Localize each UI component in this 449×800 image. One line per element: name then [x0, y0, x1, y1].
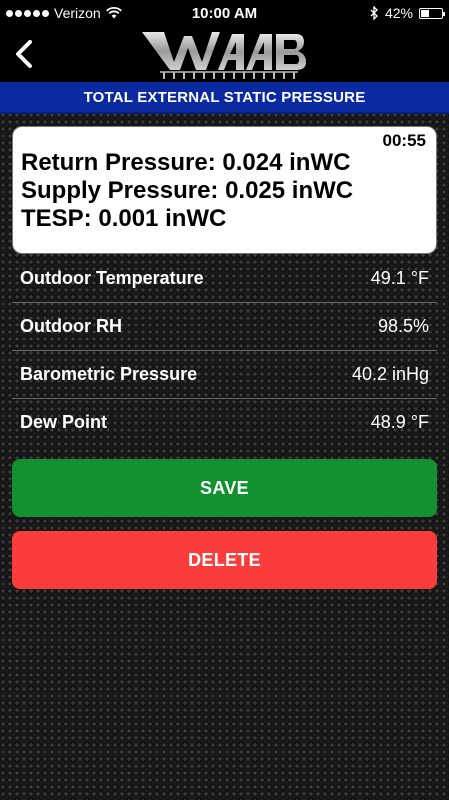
condition-label: Outdoor RH [20, 315, 122, 336]
barometric-pressure-row: Barometric Pressure 40.2 inHg [12, 350, 437, 398]
chevron-left-icon [16, 40, 32, 68]
back-button[interactable] [6, 34, 42, 74]
readings-card: 00:55 Return Pressure: 0.024 inWC Supply… [12, 126, 437, 254]
save-button[interactable]: SAVE [12, 459, 437, 517]
supply-pressure-reading: Supply Pressure: 0.025 inWC [21, 177, 354, 204]
battery-fill [421, 9, 430, 17]
status-bar: Verizon 10:00 AM 42% [0, 0, 449, 26]
condition-label: Outdoor Temperature [20, 267, 204, 288]
waab-logo [142, 32, 306, 79]
condition-label: Dew Point [20, 411, 108, 432]
dew-point-row: Dew Point 48.9 °F [12, 398, 437, 446]
nav-bar [0, 26, 449, 82]
status-right: 42% [370, 5, 445, 21]
condition-value: 98.5% [377, 315, 429, 336]
condition-label: Barometric Pressure [20, 363, 198, 384]
bluetooth-icon [370, 6, 378, 20]
outdoor-rh-row: Outdoor RH 98.5% [12, 302, 437, 350]
condition-value: 40.2 inHg [351, 363, 429, 384]
return-pressure-reading: Return Pressure: 0.024 inWC [21, 149, 351, 176]
delete-button[interactable]: DELETE [12, 531, 437, 589]
battery-percent: 42% [384, 5, 413, 21]
battery-icon [419, 7, 445, 19]
tesp-reading: TESP: 0.001 inWC [21, 205, 227, 232]
outdoor-temperature-row: Outdoor Temperature 49.1 °F [12, 254, 437, 302]
test-timer: 00:55 [382, 131, 426, 150]
condition-value: 49.1 °F [370, 267, 429, 288]
condition-value: 48.9 °F [370, 411, 429, 432]
page-title: TOTAL EXTERNAL STATIC PRESSURE [0, 82, 449, 114]
